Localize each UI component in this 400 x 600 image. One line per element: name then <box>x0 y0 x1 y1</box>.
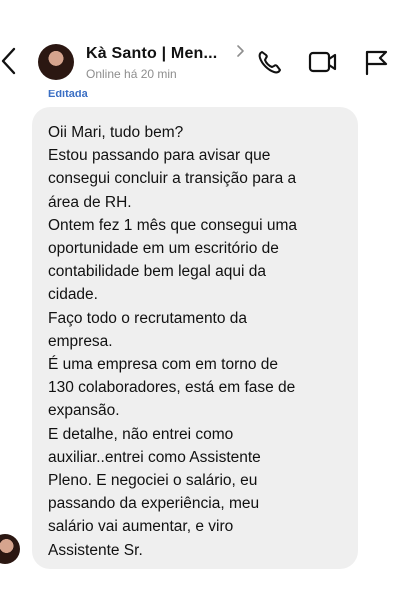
chat-header: Kà Santo | Men... Online há 20 min <box>0 0 400 90</box>
back-button[interactable] <box>0 44 20 78</box>
message-paragraph: Ontem fez 1 mês que consegui uma oportun… <box>48 216 297 304</box>
contact-name[interactable]: Kà Santo | Men... <box>86 45 217 63</box>
phone-icon <box>258 51 281 74</box>
message-paragraph: Estou passando para avisar que consegui … <box>48 147 297 211</box>
message-paragraph: E detalhe, não entrei como auxiliar..ent… <box>48 425 261 559</box>
flag-icon <box>365 50 388 76</box>
message-paragraph: Faço todo o recrutamento da empresa. <box>48 309 248 350</box>
chat-screen: Kà Santo | Men... Online há 20 min Edita… <box>0 0 400 600</box>
contact-status: Online há 20 min <box>86 67 177 81</box>
video-camera-icon <box>308 51 337 73</box>
video-call-button[interactable] <box>304 46 340 78</box>
chevron-left-icon <box>1 47 16 75</box>
chevron-right-icon[interactable] <box>236 44 246 58</box>
sender-avatar[interactable] <box>0 534 20 564</box>
contact-avatar[interactable] <box>38 44 74 80</box>
message-paragraph: É uma empresa com em torno de 130 colabo… <box>48 356 296 420</box>
report-button[interactable] <box>358 46 392 78</box>
message-bubble[interactable]: Oii Mari, tudo bem? Estou passando para … <box>32 107 358 569</box>
call-button[interactable] <box>252 46 288 78</box>
message-paragraph: Oii Mari, tudo bem? <box>48 124 184 141</box>
